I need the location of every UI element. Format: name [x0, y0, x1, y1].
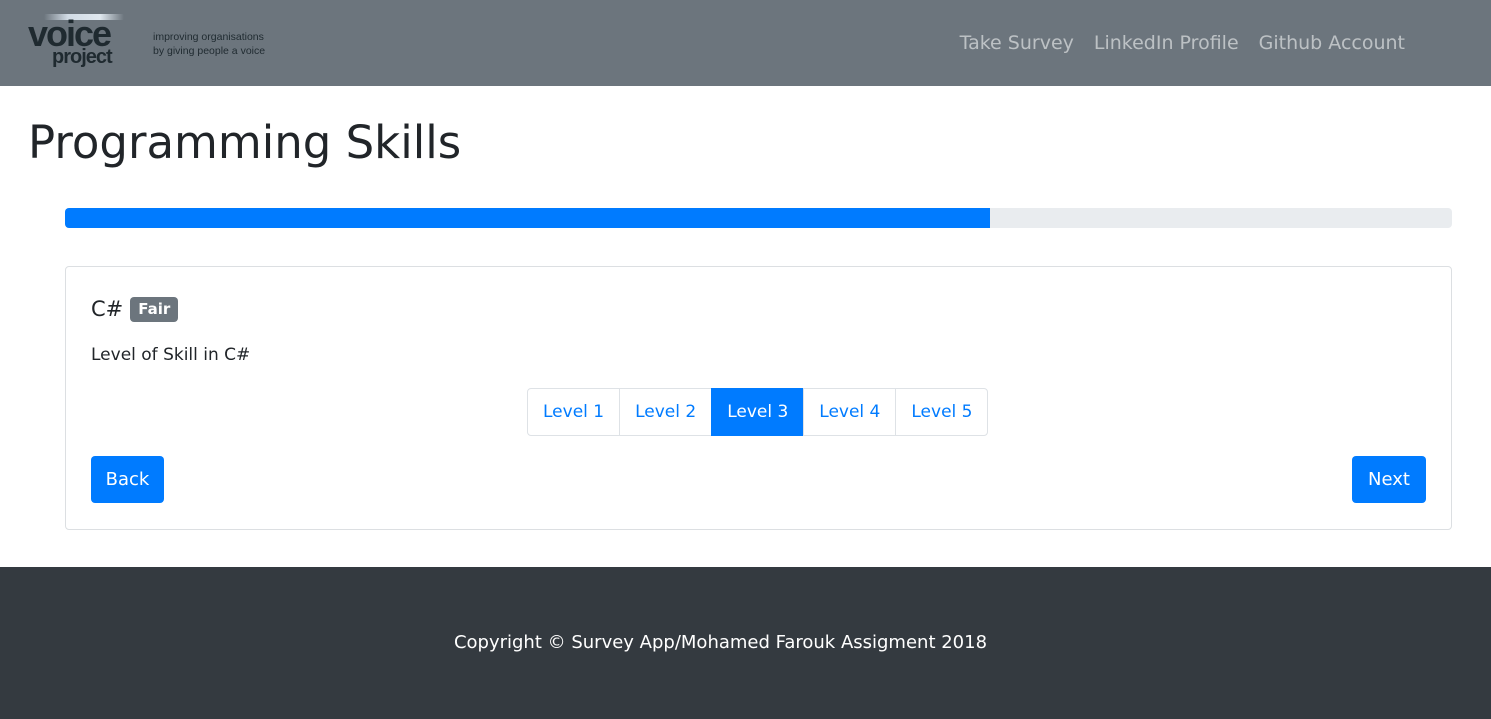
nav-link-github-account[interactable]: Github Account: [1259, 30, 1405, 56]
level-4-button[interactable]: Level 4: [803, 388, 897, 436]
level-5-button[interactable]: Level 5: [895, 388, 989, 436]
rating-badge: Fair: [130, 296, 179, 322]
survey-progress-bar: [65, 208, 1452, 228]
page-title: Programming Skills: [28, 116, 462, 169]
skill-name: C#: [91, 297, 124, 321]
voice-project-logo[interactable]: voice project improving organisations by…: [26, 12, 276, 72]
skill-level-selector: Level 1 Level 2 Level 3 Level 4 Level 5: [527, 388, 989, 436]
logo-mark: voice project: [26, 12, 124, 70]
question-card: C# Fair Level of Skill in C# Level 1 Lev…: [65, 266, 1452, 530]
survey-progress-fill: [65, 208, 991, 228]
main-nav: Take Survey LinkedIn Profile Github Acco…: [960, 30, 1405, 56]
question-text: Level of Skill in C#: [91, 345, 251, 365]
nav-link-linkedin-profile[interactable]: LinkedIn Profile: [1094, 30, 1239, 56]
footer: Copyright © Survey App/Mohamed Farouk As…: [0, 567, 1491, 719]
logo-tagline-line2: by giving people a voice: [153, 45, 266, 57]
level-3-button[interactable]: Level 3: [711, 388, 805, 436]
nav-link-take-survey[interactable]: Take Survey: [960, 30, 1074, 56]
level-2-button[interactable]: Level 2: [619, 388, 713, 436]
question-heading: C# Fair: [91, 295, 179, 323]
footer-copyright: Copyright © Survey App/Mohamed Farouk As…: [453, 632, 988, 653]
logo-word-project: project: [52, 46, 113, 68]
logo-tagline: improving organisations by giving people…: [153, 30, 303, 58]
logo-tagline-line1: improving organisations: [153, 31, 264, 43]
next-button[interactable]: Next: [1352, 456, 1426, 503]
navbar: voice project improving organisations by…: [0, 0, 1491, 86]
back-button[interactable]: Back: [91, 456, 164, 503]
level-1-button[interactable]: Level 1: [527, 388, 621, 436]
